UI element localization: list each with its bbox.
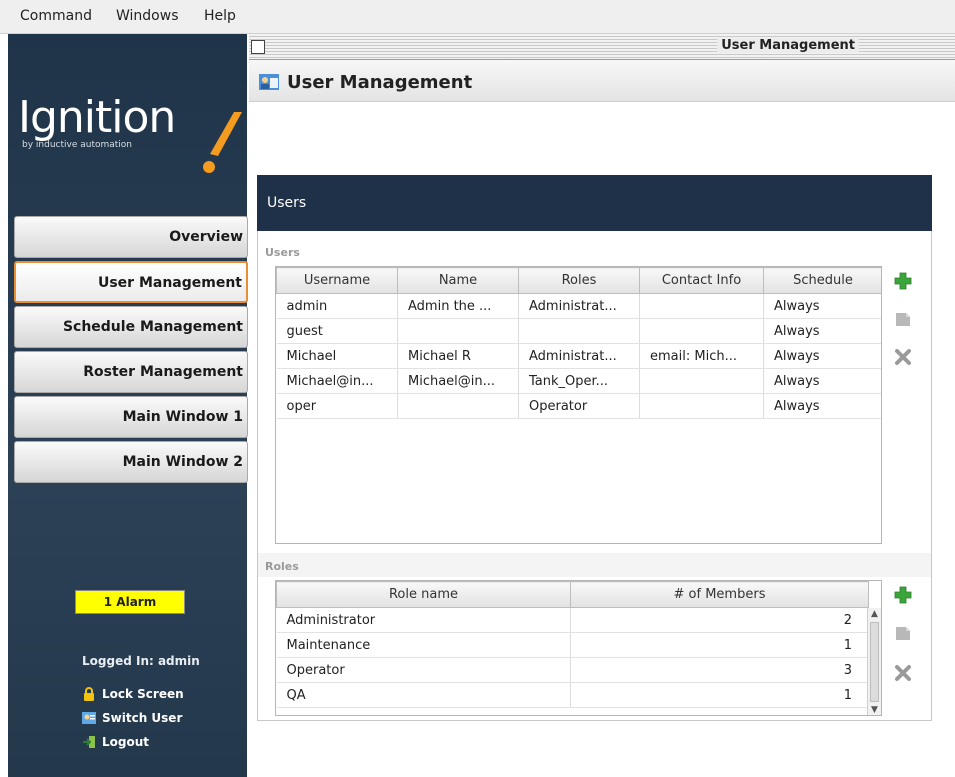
table-row[interactable]: Michael@in... Michael@in... Tank_Oper...…	[276, 368, 881, 394]
col-roles[interactable]: Roles	[518, 267, 640, 294]
add-user-button[interactable]	[894, 272, 912, 290]
cell	[639, 393, 764, 419]
window-title: User Management	[717, 38, 859, 53]
col-num-members[interactable]: # of Members	[570, 581, 869, 608]
cell: Operator	[518, 393, 640, 419]
menu-command[interactable]: Command	[20, 8, 92, 24]
cell: 2	[570, 607, 869, 633]
cell: Always	[763, 343, 881, 369]
col-role-name[interactable]: Role name	[276, 581, 571, 608]
table-row[interactable]: admin Admin the ... Administrat... Alway…	[276, 293, 881, 319]
nav-main-window-2[interactable]: Main Window 2	[14, 441, 248, 483]
cell	[639, 368, 764, 394]
users-section-label: Users	[265, 246, 300, 259]
logo-exclamation-icon	[203, 112, 242, 173]
cell: QA	[276, 682, 571, 708]
table-row[interactable]: Michael Michael R Administrat... email: …	[276, 343, 881, 369]
table-row[interactable]: Administrator 2	[276, 607, 869, 633]
users-table-header: Username Name Roles Contact Info Schedul…	[276, 267, 881, 294]
logo-text: Ignition	[18, 92, 176, 143]
cell	[397, 393, 519, 419]
edit-user-button[interactable]	[894, 310, 912, 328]
logout-label: Logout	[102, 735, 150, 749]
content-header: User Management	[249, 60, 955, 102]
lock-screen-button[interactable]: Lock Screen	[82, 687, 184, 701]
alarm-indicator[interactable]: 1 Alarm	[75, 590, 185, 614]
lock-screen-label: Lock Screen	[102, 687, 184, 701]
delete-role-button[interactable]	[894, 664, 912, 682]
cell: Administrat...	[518, 293, 640, 319]
switch-user-label: Switch User	[102, 711, 183, 725]
logo-subtitle: by inductive automation	[22, 140, 132, 150]
menu-bar: Command Windows Help	[0, 0, 955, 34]
table-row[interactable]: Operator 3	[276, 657, 869, 683]
switch-user-button[interactable]: Switch User	[82, 711, 182, 725]
scroll-up-icon[interactable]: ▲	[868, 608, 881, 620]
lock-icon	[84, 687, 94, 701]
cell	[639, 293, 764, 319]
switch-user-icon	[82, 712, 96, 724]
cell: 1	[570, 632, 869, 658]
col-username[interactable]: Username	[276, 267, 398, 294]
cell: Tank_Oper...	[518, 368, 640, 394]
nav-main-window-1[interactable]: Main Window 1	[14, 396, 248, 438]
cell: admin	[276, 293, 398, 319]
col-name[interactable]: Name	[397, 267, 519, 294]
roles-scrollbar[interactable]: ▲ ▼	[867, 608, 881, 715]
cell	[397, 318, 519, 344]
delete-user-button[interactable]	[894, 348, 912, 366]
cell: Always	[763, 318, 881, 344]
page-title: User Management	[287, 72, 473, 93]
window-title-bar[interactable]: User Management	[249, 34, 955, 60]
cell: email: Mich...	[639, 343, 764, 369]
cell: Operator	[276, 657, 571, 683]
ignition-logo: Ignition by inductive automation	[18, 92, 242, 173]
roles-table[interactable]: Role name # of Members Administrator 2 M…	[275, 580, 882, 716]
cell	[639, 318, 764, 344]
cell: Michael R	[397, 343, 519, 369]
scroll-down-icon[interactable]: ▼	[868, 704, 881, 715]
col-contact-info[interactable]: Contact Info	[639, 267, 764, 294]
nav-overview[interactable]: Overview	[14, 216, 248, 258]
cell: Michael@in...	[276, 368, 398, 394]
cell: Always	[763, 293, 881, 319]
table-row[interactable]: guest Always	[276, 318, 881, 344]
users-table[interactable]: Username Name Roles Contact Info Schedul…	[275, 266, 882, 544]
cell: Administrat...	[518, 343, 640, 369]
cell: guest	[276, 318, 398, 344]
roles-table-header: Role name # of Members	[276, 581, 869, 608]
panel-title: Users	[267, 195, 307, 211]
logout-button[interactable]: Logout	[82, 735, 149, 749]
roles-section	[258, 553, 931, 577]
table-row[interactable]: oper Operator Always	[276, 393, 881, 419]
cell: Administrator	[276, 607, 571, 633]
cell: Always	[763, 368, 881, 394]
cell: Maintenance	[276, 632, 571, 658]
cell: 3	[570, 657, 869, 683]
menu-help[interactable]: Help	[204, 8, 236, 24]
cell: Admin the ...	[397, 293, 519, 319]
nav-user-management[interactable]: User Management	[14, 261, 248, 303]
nav-schedule-management[interactable]: Schedule Management	[14, 306, 248, 348]
nav-roster-management[interactable]: Roster Management	[14, 351, 248, 393]
cell: Always	[763, 393, 881, 419]
logged-in-label: Logged In: admin	[82, 654, 200, 668]
table-row[interactable]: Maintenance 1	[276, 632, 869, 658]
col-schedule[interactable]: Schedule	[763, 267, 881, 294]
logout-icon	[83, 736, 95, 748]
add-role-button[interactable]	[894, 586, 912, 604]
cell	[518, 318, 640, 344]
table-row[interactable]: QA 1	[276, 682, 869, 708]
cell: oper	[276, 393, 398, 419]
edit-role-button[interactable]	[894, 624, 912, 642]
cell: Michael@in...	[397, 368, 519, 394]
scroll-thumb[interactable]	[870, 622, 879, 702]
user-management-icon	[259, 74, 279, 90]
menu-windows[interactable]: Windows	[116, 8, 179, 24]
window-maximize-box[interactable]	[251, 40, 265, 54]
roles-section-label: Roles	[265, 560, 299, 573]
cell: Michael	[276, 343, 398, 369]
users-panel-header: Users	[257, 175, 932, 231]
cell: 1	[570, 682, 869, 708]
